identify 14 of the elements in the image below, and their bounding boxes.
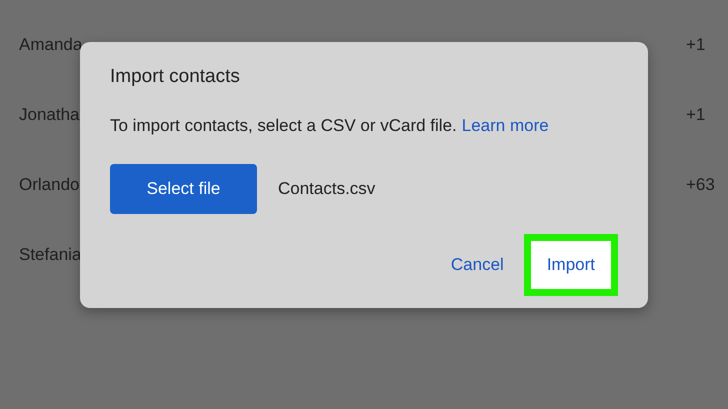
learn-more-link[interactable]: Learn more: [462, 116, 549, 136]
contact-phone: +1: [686, 35, 706, 55]
dialog-message: To import contacts, select a CSV or vCard file.: [110, 116, 457, 136]
contact-name: Stefania: [19, 245, 82, 265]
import-button[interactable]: Import: [524, 234, 618, 296]
select-file-button[interactable]: Select file: [110, 164, 257, 214]
contact-phone: +63: [686, 175, 716, 195]
contact-name: Amanda: [19, 35, 82, 55]
contact-phone: +1: [686, 105, 706, 125]
dialog-title: Import contacts: [110, 66, 241, 88]
contact-name: Orlando: [19, 175, 80, 195]
contact-name: Jonatha: [19, 105, 80, 125]
file-name: Contacts.csv: [278, 179, 376, 199]
cancel-button[interactable]: Cancel: [442, 247, 512, 283]
